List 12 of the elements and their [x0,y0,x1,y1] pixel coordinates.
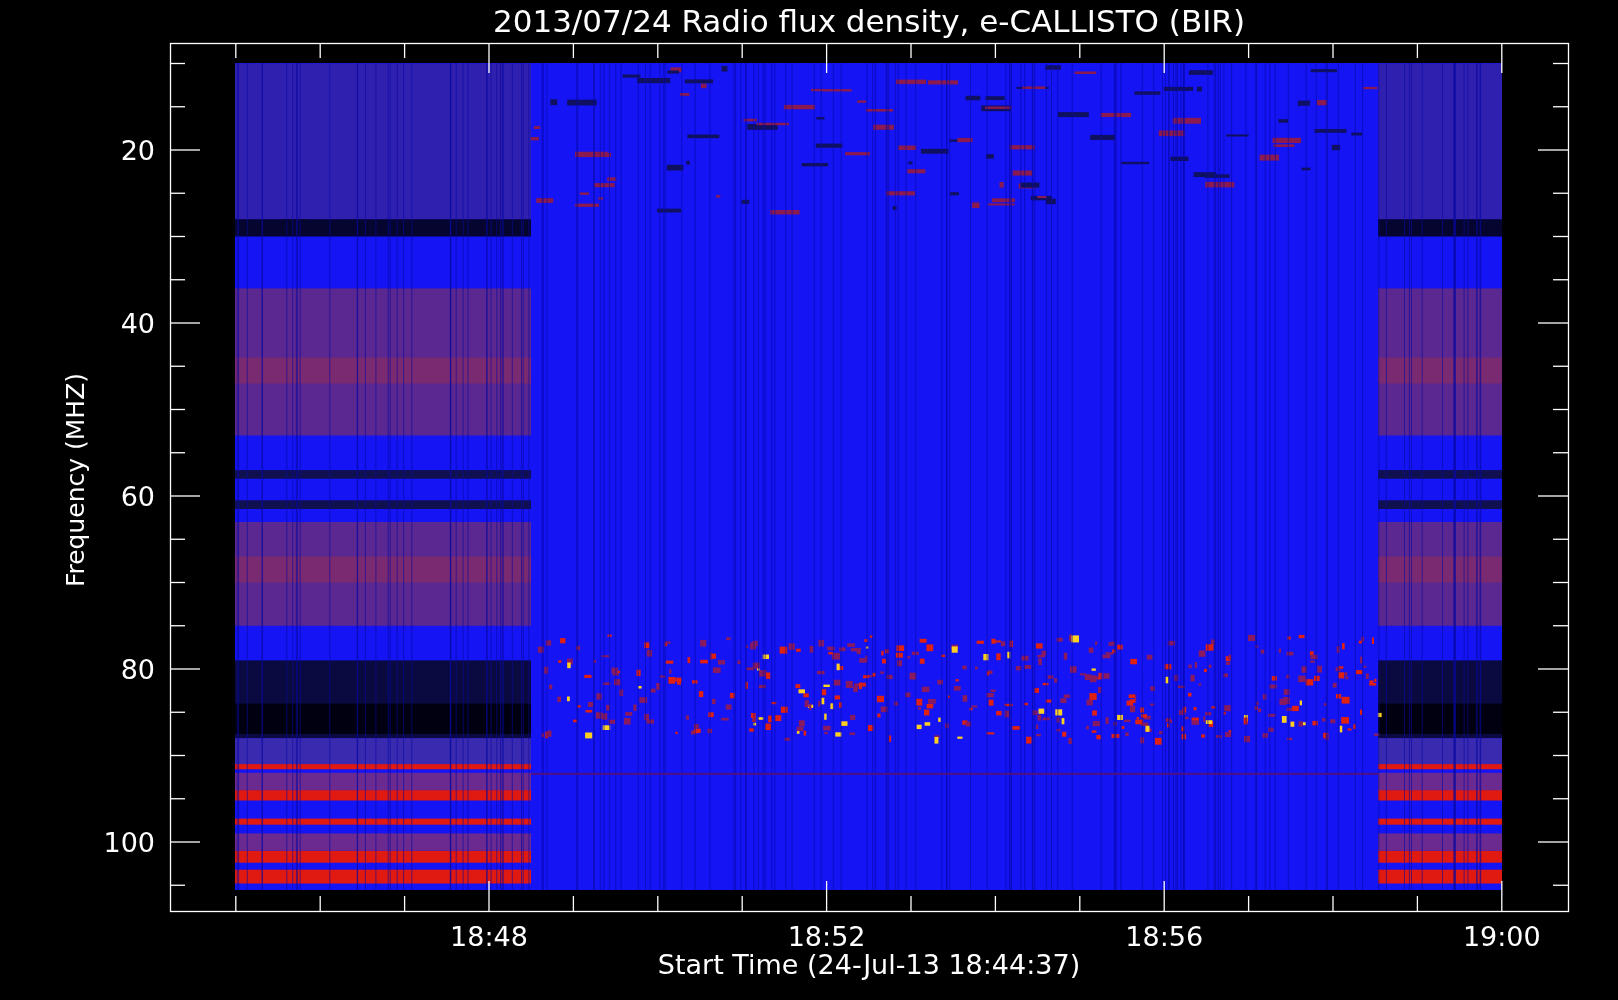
tick-label: 18:52 [787,921,866,952]
tick-label: 19:00 [1462,921,1541,952]
tick-label: 40 [120,308,155,339]
tick-label: 20 [120,135,155,166]
x-axis-label: Start Time (24-Jul-13 18:44:37) [657,949,1081,980]
tick-label: 60 [120,481,155,512]
y-axis-label: Frequency (MHZ) [61,372,90,588]
tick-label: 18:48 [450,921,528,952]
chart-title: 2013/07/24 Radio flux density, e-CALLISTO (BIR) [493,3,1245,39]
tick-label: 80 [120,654,155,685]
tick-label: 18:56 [1125,921,1204,952]
tick-label: 100 [103,827,155,858]
